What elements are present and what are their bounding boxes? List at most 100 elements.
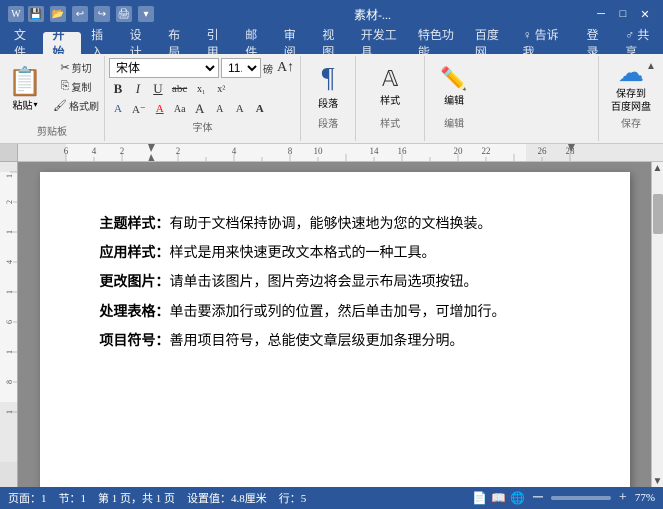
copy-label: 复制 [71,79,91,94]
open-icon[interactable]: 📂 [50,6,66,22]
zoom-plus-button[interactable]: + [619,490,627,506]
close-button[interactable]: ✕ [635,4,655,24]
view-web-button[interactable]: 🌐 [510,491,525,506]
format-painter-icon: 🖌 [53,99,67,112]
status-section: 节：1 [59,490,87,506]
svg-text:4: 4 [92,146,97,156]
format-painter-button[interactable]: 🖌 格式刷 [50,96,102,114]
more-quick-icon[interactable]: ▾ [138,6,154,22]
minimize-button[interactable]: ─ [591,4,611,24]
status-line: 行：5 [279,490,307,506]
tab-share[interactable]: ♂ 共享 [615,32,663,54]
save-section-label: 保存 [621,114,641,131]
para2-label: 应用样式： [100,246,170,261]
editing-button[interactable]: ✏️ 编辑 [429,58,479,114]
font-name-select[interactable]: 宋体 [109,58,219,78]
style-section-label: 样式 [380,114,400,131]
font-grow-button[interactable]: A↑ [275,60,296,76]
document-scroll-area[interactable]: 主题样式：有助于文档保持协调，能够快速地为您的文档换装。 应用样式：样式是用来快… [18,162,651,487]
save-quick-icon[interactable]: 💾 [28,6,44,22]
font-shrink-sm-button[interactable]: A [211,100,229,118]
paste-label: 粘贴 [12,97,32,112]
tab-insert[interactable]: 插入 [81,32,120,54]
status-right: 📄 📖 🌐 ─ + 77% [472,490,655,506]
italic-button[interactable]: I [129,80,147,98]
paragraph-section: ¶ 段落 段落 [301,56,356,141]
print-icon[interactable]: 🖨 [116,6,132,22]
tab-developer[interactable]: 开发工具 [351,32,408,54]
vertical-scrollbar[interactable]: ▲ ▼ [651,162,663,487]
scroll-up-button[interactable]: ▲ [652,162,663,174]
strikethrough-button[interactable]: abc [169,80,190,98]
style-icon: 𝔸 [382,66,398,92]
svg-text:4: 4 [232,146,237,156]
tab-file[interactable]: 文件 [4,32,43,54]
zoom-slider[interactable] [551,496,611,500]
paste-dropdown-icon[interactable]: ▾ [33,100,37,109]
tab-special[interactable]: 特色功能 [408,32,465,54]
style-button[interactable]: 𝔸 样式 [360,58,420,114]
copy-button[interactable]: ⎘ 复制 [50,77,102,95]
scrollbar-thumb[interactable] [653,194,663,234]
tab-view[interactable]: 视图 [312,32,351,54]
superscript-button[interactable]: x² [212,80,230,98]
clipboard-section: 📋 粘贴 ▾ ✂ 剪切 ⎘ 复制 🖌 格式刷 [0,56,105,141]
tab-baidunet[interactable]: 百度网 [465,32,513,54]
tab-references[interactable]: 引用 [197,32,236,54]
svg-text:2: 2 [5,200,14,204]
font-grow-sm-button[interactable]: A [191,100,209,118]
status-page-count: 第 1 页，共 1 页 [98,490,175,506]
svg-text:2: 2 [120,146,125,156]
editing-section-label: 编辑 [444,114,464,131]
status-settings: 设置值：4.8厘米 [187,490,267,506]
clear-format-button[interactable]: A [231,100,249,118]
font-unit-label: 磅 [263,61,273,76]
tab-design[interactable]: 设计 [120,32,159,54]
text-highlight-button[interactable]: A [109,100,127,118]
scroll-down-button[interactable]: ▼ [652,475,663,487]
shading-button[interactable]: A⁻ [129,100,149,118]
svg-text:2: 2 [176,146,181,156]
maximize-button[interactable]: □ [613,4,633,24]
format-painter-label: 格式刷 [69,98,99,113]
paragraph-4: 处理表格：单击要添加行或列的位置，然后单击加号，可增加行。 [100,300,570,325]
paragraph-1: 主题样式：有助于文档保持协调，能够快速地为您的文档换装。 [100,212,570,237]
cut-label: 剪切 [72,60,92,75]
subscript-button[interactable]: x₁ [192,80,210,98]
para4-label: 处理表格： [100,305,170,320]
font-color-button[interactable]: A [151,100,169,118]
font-size-select[interactable]: 11.5 [221,58,261,78]
svg-text:1: 1 [5,174,14,178]
paragraph-button[interactable]: ¶ 段落 [305,58,351,114]
ribbon-collapse-button[interactable]: ▲ [643,58,659,74]
view-page-button[interactable]: 📄 [472,491,487,506]
copy-icon: ⎘ [61,80,70,93]
paste-button[interactable]: 📋 粘贴 ▾ [2,58,48,122]
zoom-minus-button[interactable]: ─ [533,490,543,506]
case-button[interactable]: Aa [171,100,189,118]
view-read-button[interactable]: 📖 [491,491,506,506]
ribbon-tabs: 文件 开始 插入 设计 布局 引用 邮件 审阅 视图 开发工具 特色功能 百度网… [0,28,663,54]
tab-tellme[interactable]: ♀ 告诉我... [513,32,577,54]
undo-icon[interactable]: ↩ [72,6,88,22]
word-icon[interactable]: W [8,6,24,22]
svg-text:1: 1 [5,230,14,234]
tab-home[interactable]: 开始 [43,32,82,54]
scissors-icon: ✂ [60,61,69,74]
tab-login[interactable]: 登录 [577,32,616,54]
char-shading-button[interactable]: A [251,100,269,118]
bold-button[interactable]: B [109,80,127,98]
svg-text:1: 1 [5,290,14,294]
clipboard-actions: ✂ 剪切 ⎘ 复制 🖌 格式刷 [50,58,102,122]
tab-mailing[interactable]: 邮件 [235,32,274,54]
svg-text:4: 4 [5,260,14,264]
para5-label: 项目符号： [100,334,170,349]
redo-icon[interactable]: ↪ [94,6,110,22]
underline-button[interactable]: U [149,80,167,98]
svg-text:1: 1 [5,350,14,354]
editing-section: ✏️ 编辑 编辑 [425,56,483,141]
tab-layout[interactable]: 布局 [158,32,197,54]
tab-review[interactable]: 审阅 [274,32,313,54]
svg-text:1: 1 [5,410,14,414]
cut-button[interactable]: ✂ 剪切 [50,58,102,76]
